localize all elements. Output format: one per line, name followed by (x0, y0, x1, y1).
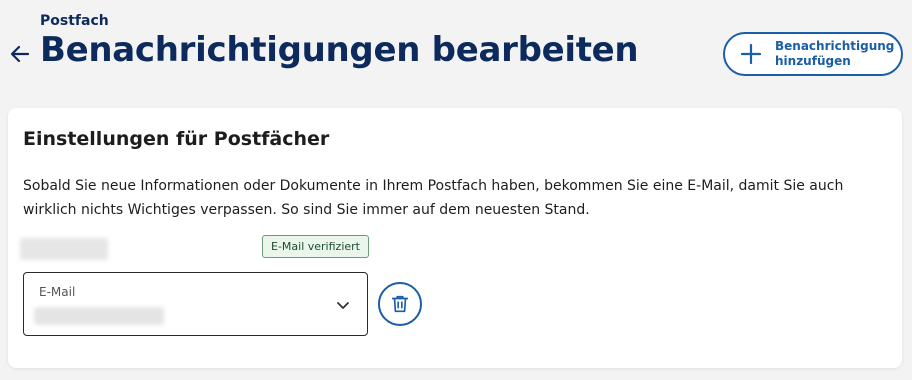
redacted-label (20, 238, 108, 260)
email-select[interactable]: E-Mail (23, 272, 368, 336)
delete-button[interactable] (378, 282, 422, 326)
plus-icon (740, 43, 762, 65)
breadcrumb[interactable]: Postfach (40, 13, 109, 29)
add-notification-label: Benachrichtigung hinzufügen (775, 39, 895, 68)
card-description: Sobald Sie neue Informationen oder Dokum… (23, 178, 844, 218)
add-notification-button[interactable]: Benachrichtigung hinzufügen (723, 32, 903, 76)
page-title: Benachrichtigungen bearbeiten (40, 30, 639, 70)
card-title: Einstellungen für Postfächer (23, 128, 330, 150)
chevron-down-icon (337, 302, 349, 309)
settings-card: Einstellungen für Postfächer Sobald Sie … (8, 108, 902, 368)
redacted-email-value (34, 307, 164, 325)
verified-badge: E-Mail verifiziert (262, 235, 369, 258)
email-field-label: E-Mail (39, 285, 76, 299)
trash-icon (391, 295, 409, 313)
arrow-left-icon[interactable] (8, 42, 32, 66)
